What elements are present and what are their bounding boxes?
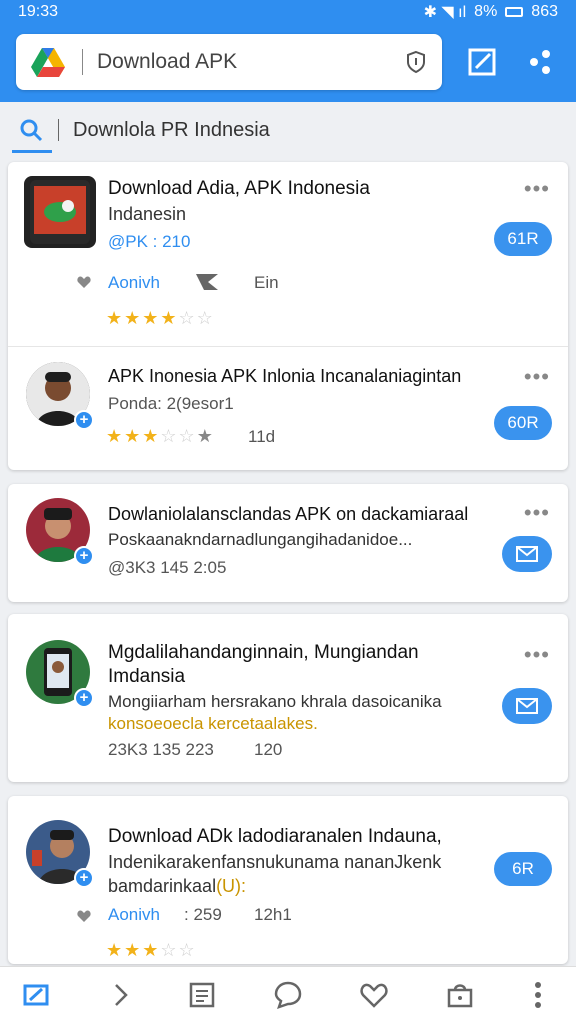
more-icon[interactable]: •••	[524, 500, 550, 526]
result-card[interactable]: + Download ADk ladodiaranalen Indauna, I…	[8, 796, 568, 964]
heart-icon[interactable]	[76, 908, 92, 924]
result-card[interactable]: Download Adia, APK Indonesia Indanesin @…	[8, 162, 568, 470]
subtitle-text: bamdarinkaal	[108, 876, 217, 896]
battery-icon	[505, 7, 524, 17]
mail-icon	[516, 546, 538, 562]
card-title[interactable]: Mgdalilahandanginnain, Mungiandan	[108, 642, 419, 664]
share-icon[interactable]	[520, 42, 560, 82]
action-link[interactable]: Aonivh	[108, 273, 160, 293]
reply-icon[interactable]	[194, 270, 220, 292]
message-button[interactable]	[502, 536, 552, 572]
card-meta: @PK : 210	[108, 232, 191, 251]
battery-text: 8%	[474, 3, 498, 20]
download-button[interactable]: 6R	[494, 852, 552, 886]
follow-plus-icon[interactable]: +	[74, 546, 94, 566]
status-extra: 863	[531, 3, 558, 20]
signal-icons: ✱ ◥ ıl	[423, 4, 467, 21]
rating-stars: ★★★☆☆	[106, 940, 197, 960]
result-card[interactable]: + Dowlaniolalansclandas APK on dackamiar…	[8, 484, 568, 602]
nav-forward-icon[interactable]	[104, 979, 136, 1011]
query-separator	[58, 119, 59, 141]
card-divider	[8, 346, 568, 347]
card-subtitle-line2: konsoeoecla kercetaalakes.	[108, 714, 318, 733]
query-row[interactable]: Downlola PR Indnesia	[0, 102, 576, 158]
google-drive-logo-icon	[31, 48, 65, 77]
card-meta: Ponda: 2(9esor1	[108, 394, 234, 413]
rating-value: 11d	[248, 427, 276, 446]
search-separator	[82, 49, 83, 75]
follow-plus-icon[interactable]: +	[74, 410, 94, 430]
nav-heart-icon[interactable]	[358, 979, 390, 1011]
mail-icon	[516, 698, 538, 714]
bottom-navigation	[0, 966, 576, 1024]
card-subtitle: Poskaanakndarnadlungangihadanidoe...	[108, 530, 413, 549]
card-meta-time: 12h1	[254, 905, 292, 924]
nav-list-icon[interactable]	[186, 979, 218, 1011]
action-secondary[interactable]: Ein	[254, 273, 279, 293]
card-meta: : 259	[184, 905, 222, 924]
status-time: 19:33	[18, 3, 59, 20]
card-title-line2[interactable]: Imdansia	[108, 666, 185, 688]
action-link[interactable]: Aonivh	[108, 905, 160, 925]
search-bar[interactable]: Download APK	[16, 34, 442, 90]
query-underline	[12, 150, 52, 153]
more-icon[interactable]: •••	[524, 642, 550, 668]
card-title[interactable]: Download ADk ladodiaranalen Indauna,	[108, 826, 442, 848]
message-button[interactable]	[502, 688, 552, 724]
nav-bag-icon[interactable]	[444, 979, 476, 1011]
search-input[interactable]: Download APK	[97, 50, 404, 74]
card-meta: @3K3 145 2:05	[108, 558, 227, 577]
top-app-bar: Download APK	[0, 24, 576, 102]
status-bar: 19:33 ✱ ◥ ıl 8% 863	[0, 0, 576, 24]
follow-plus-icon[interactable]: +	[74, 688, 94, 708]
shield-icon[interactable]	[404, 50, 428, 74]
card-subtitle: Indanesin	[108, 204, 187, 224]
more-icon[interactable]: •••	[524, 176, 550, 202]
result-card[interactable]: + Mgdalilahandanginnain, Mungiandan Imda…	[8, 614, 568, 782]
more-icon[interactable]: •••	[524, 364, 550, 390]
card-meta: 23K3 135 223	[108, 740, 214, 759]
card-title[interactable]: APK Inonesia APK Inlonia Incanalaniagint…	[108, 366, 461, 387]
rating-stars: ★★★★☆☆	[106, 308, 215, 328]
rating-stars: ★★★☆☆★	[106, 426, 215, 446]
app-thumbnail	[24, 176, 96, 248]
download-button[interactable]: 60R	[494, 406, 552, 440]
download-button[interactable]: 61R	[494, 222, 552, 256]
nav-more-icon[interactable]	[522, 979, 554, 1011]
card-title[interactable]: Dowlaniolalansclandas APK on dackamiaraa…	[108, 504, 468, 525]
card-subtitle-line2: bamdarinkaal(U):	[108, 876, 246, 897]
nav-chat-icon[interactable]	[272, 979, 304, 1011]
card-meta-count: 120	[254, 740, 283, 759]
query-text: Downlola PR Indnesia	[73, 118, 270, 141]
card-subtitle: Indenikarakenfansnukunama nananJkenk	[108, 852, 442, 872]
subtitle-highlight: (U):	[216, 876, 247, 896]
heart-icon[interactable]	[76, 274, 92, 290]
card-title[interactable]: Download Adia, APK Indonesia	[108, 178, 370, 200]
search-icon	[20, 119, 43, 142]
card-subtitle: Mongiiarham hersrakano khrala dasoicanik…	[108, 692, 442, 711]
edit-icon[interactable]	[462, 42, 502, 82]
nav-edit-icon[interactable]	[20, 979, 52, 1011]
follow-plus-icon[interactable]: +	[74, 868, 94, 888]
